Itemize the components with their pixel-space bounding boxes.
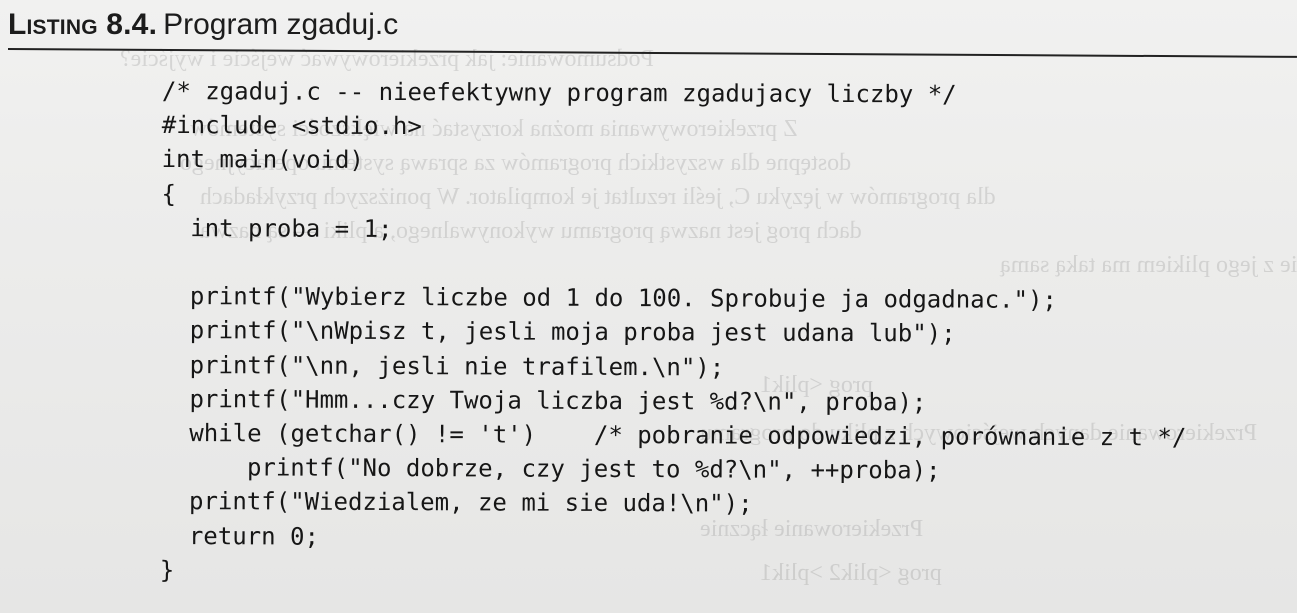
code-line: int main(void) [161, 145, 364, 175]
listing-title: Program zgaduj.c [163, 8, 399, 41]
code-line: printf("Wiedzialem, ze mi sie uda!\n"); [160, 487, 753, 519]
code-line: } [159, 555, 175, 584]
code-line: { [161, 179, 176, 208]
code-line: /* zgaduj.c -- nieefektywny program zgad… [161, 76, 957, 109]
code-line: printf("\nn, jesli nie trafilem.\n"); [160, 350, 725, 382]
code-line: printf("No dobrze, czy jest to %d?\n", +… [160, 453, 941, 485]
code-line: printf("\nWpisz t, jesli moja proba jest… [160, 316, 956, 348]
code-line: int proba = 1; [161, 213, 393, 243]
code-line: printf("Wybierz liczbe od 1 do 100. Spro… [160, 282, 1057, 315]
listing-header: Listing 8.4. Program zgaduj.c [8, 8, 398, 42]
listing-label: Listing 8.4. [8, 8, 158, 41]
code-listing: /* zgaduj.c -- nieefektywny program zgad… [160, 74, 1188, 592]
code-line: return 0; [159, 521, 319, 551]
book-page: Podsumowanie: jak przekierowywać wejście… [0, 0, 1297, 613]
code-line: while (getchar() != 't') /* pobranie odp… [160, 419, 1187, 452]
code-line: printf("Hmm...czy Twoja liczba jest %d?\… [160, 384, 927, 417]
code-line: #include <stdio.h> [161, 111, 422, 141]
